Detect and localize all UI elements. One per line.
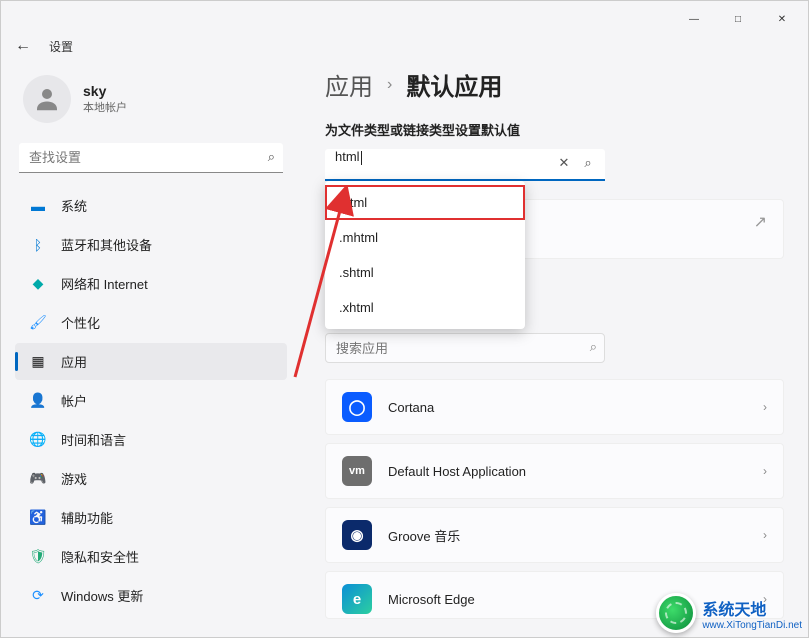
nav-label: 帐户	[61, 391, 87, 410]
app-row-default-host[interactable]: vm Default Host Application ›	[325, 443, 784, 499]
chevron-right-icon: ›	[763, 528, 767, 542]
user-name: sky	[83, 83, 127, 99]
dropdown-item-shtml[interactable]: .shtml	[325, 255, 525, 290]
titlebar: — □ ✕	[1, 1, 808, 37]
chevron-right-icon: ›	[763, 464, 767, 478]
gamepad-icon: 🎮	[29, 470, 47, 488]
nav-label: 应用	[61, 352, 87, 371]
app-label: Groove 音乐	[388, 526, 747, 545]
user-subtitle: 本地帐户	[83, 99, 127, 115]
globe-icon: 🌐	[29, 431, 47, 449]
nav-apps[interactable]: ▦ 应用	[15, 343, 287, 380]
breadcrumb: 应用 › 默认应用	[325, 67, 784, 102]
filetype-search-value: html	[335, 149, 360, 164]
watermark-badge-icon	[656, 593, 696, 633]
groove-icon: ◉	[342, 520, 372, 550]
person-icon: 👤	[29, 392, 47, 410]
nav-gaming[interactable]: 🎮 游戏	[15, 460, 287, 497]
content: 应用 › 默认应用 为文件类型或链接类型设置默认值 html ✕ ⌕ .html…	[301, 59, 808, 637]
window-maximize-button[interactable]: □	[716, 5, 760, 33]
vm-icon: vm	[342, 456, 372, 486]
nav-label: 系统	[61, 196, 87, 215]
search-icon[interactable]: ⌕	[579, 155, 597, 171]
search-icon: ⌕	[590, 339, 597, 355]
window-minimize-button[interactable]: —	[672, 5, 716, 33]
nav-privacy[interactable]: 🛡 隐私和安全性	[15, 538, 287, 575]
shield-icon: 🛡	[29, 548, 47, 566]
nav-label: 网络和 Internet	[61, 274, 148, 293]
nav-label: 辅助功能	[61, 508, 113, 527]
brush-icon: 🖌	[29, 314, 47, 332]
nav-system[interactable]: ▬ 系统	[15, 187, 287, 224]
app-label: Default Host Application	[388, 464, 747, 479]
bluetooth-icon: ᛒ	[29, 236, 47, 254]
app-row-groove[interactable]: ◉ Groove 音乐 ›	[325, 507, 784, 563]
breadcrumb-root[interactable]: 应用	[325, 67, 373, 102]
breadcrumb-current: 默认应用	[406, 67, 502, 102]
filetype-search[interactable]: html ✕ ⌕ .html .mhtml .shtml .xhtml	[325, 149, 605, 181]
header-row: ← 设置	[1, 37, 808, 59]
nav-network[interactable]: ◆ 网络和 Internet	[15, 265, 287, 302]
watermark: 系统天地 www.XiTongTianDi.net	[656, 593, 802, 633]
accessibility-icon: ♿	[29, 509, 47, 527]
user-card[interactable]: sky 本地帐户	[15, 69, 287, 137]
sidebar-search-input[interactable]	[19, 143, 283, 173]
open-external-icon: ↗	[754, 212, 767, 232]
apps-icon: ▦	[29, 353, 47, 371]
nav-label: 个性化	[61, 313, 100, 332]
sidebar: sky 本地帐户 ⌕ ▬ 系统 ᛒ 蓝牙和其他设备 ◆ 网络和 Internet 🖌 个…	[1, 59, 301, 637]
nav-time[interactable]: 🌐 时间和语言	[15, 421, 287, 458]
window-title: 设置	[49, 38, 73, 55]
display-icon: ▬	[29, 197, 47, 215]
chevron-right-icon: ›	[763, 400, 767, 414]
sidebar-search[interactable]: ⌕	[19, 143, 283, 173]
app-row-cortana[interactable]: ◯ Cortana ›	[325, 379, 784, 435]
nav-label: 时间和语言	[61, 430, 126, 449]
search-icon: ⌕	[268, 149, 275, 165]
dropdown-item-xhtml[interactable]: .xhtml	[325, 290, 525, 325]
nav-personalize[interactable]: 🖌 个性化	[15, 304, 287, 341]
sync-icon: ⟳	[29, 587, 47, 605]
nav-accessibility[interactable]: ♿ 辅助功能	[15, 499, 287, 536]
window-close-button[interactable]: ✕	[760, 5, 804, 33]
edge-icon: e	[342, 584, 372, 614]
nav-update[interactable]: ⟳ Windows 更新	[15, 577, 287, 614]
clear-icon[interactable]: ✕	[555, 155, 573, 171]
cortana-icon: ◯	[342, 392, 372, 422]
app-search[interactable]: ⌕	[325, 333, 605, 363]
section-heading: 为文件类型或链接类型设置默认值	[325, 120, 784, 139]
dropdown-item-mhtml[interactable]: .mhtml	[325, 220, 525, 255]
app-list: ◯ Cortana › vm Default Host Application …	[325, 379, 784, 619]
avatar	[23, 75, 71, 123]
person-icon	[32, 84, 62, 114]
nav-bluetooth[interactable]: ᛒ 蓝牙和其他设备	[15, 226, 287, 263]
nav-label: 游戏	[61, 469, 87, 488]
nav-list: ▬系统 ᛒ蓝牙和其他设备 ◆网络和 Internet 🖌个性化 ▦应用 👤帐户 …	[15, 187, 287, 614]
app-search-input[interactable]	[325, 333, 605, 363]
app-label: Cortana	[388, 400, 747, 415]
wifi-icon: ◆	[29, 275, 47, 293]
nav-label: 隐私和安全性	[61, 547, 139, 566]
nav-label: Windows 更新	[61, 586, 143, 605]
dropdown-item-html[interactable]: .html	[325, 185, 525, 220]
nav-label: 蓝牙和其他设备	[61, 235, 152, 254]
chevron-right-icon: ›	[387, 76, 392, 94]
filetype-dropdown: .html .mhtml .shtml .xhtml	[325, 181, 525, 329]
watermark-title: 系统天地	[702, 602, 766, 619]
back-button[interactable]: ←	[15, 37, 31, 55]
nav-accounts[interactable]: 👤 帐户	[15, 382, 287, 419]
watermark-url: www.XiTongTianDi.net	[702, 620, 802, 631]
